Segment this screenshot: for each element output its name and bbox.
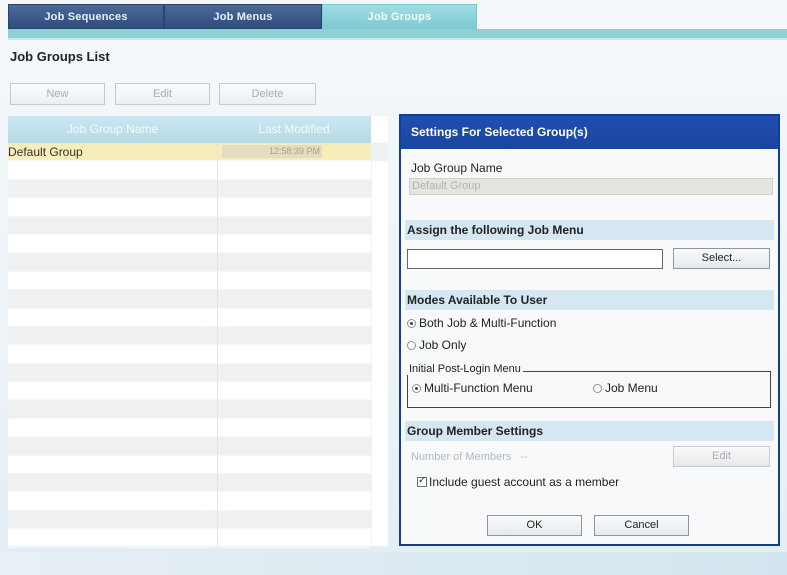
radio-multi-label: Multi-Function Menu (424, 381, 533, 395)
radio-job-menu-label: Job Menu (605, 381, 658, 395)
radio-selected-icon (407, 319, 416, 328)
checkbox-checked-icon (417, 475, 427, 487)
list-rows: Default Group 12:58:39 PM (8, 143, 371, 548)
radio-empty-icon (593, 384, 602, 393)
tab-underline (8, 29, 787, 38)
table-row-empty (8, 326, 371, 346)
assign-menu-section: Assign the following Job Menu (405, 220, 774, 240)
settings-panel: Settings For Selected Group(s) Job Group… (399, 114, 780, 546)
modes-section: Modes Available To User (405, 290, 774, 310)
table-row-empty (8, 235, 371, 254)
scrollbar-top (371, 143, 388, 161)
table-row-empty (8, 253, 371, 272)
member-settings-section: Group Member Settings (405, 421, 774, 441)
include-guest-label: Include guest account as a member (429, 475, 620, 489)
table-row-empty (8, 309, 371, 327)
radio-selected-icon (412, 384, 421, 393)
column-header-name[interactable]: Job Group Name (8, 116, 217, 143)
edit-button[interactable]: Edit (115, 83, 210, 105)
modified-time: 12:58:39 PM (268, 146, 320, 156)
table-row-empty (8, 419, 371, 438)
members-count-value: -- (520, 451, 528, 463)
list-header: Job Group Name Last Modified (8, 116, 371, 143)
table-row-empty (8, 290, 371, 309)
radio-both-label: Both Job & Multi-Function (419, 316, 557, 330)
table-row-empty (8, 161, 371, 180)
members-edit-button[interactable]: Edit (673, 446, 770, 467)
table-row-empty (8, 363, 371, 383)
table-row-empty (8, 529, 371, 548)
table-row-empty (8, 272, 371, 291)
cancel-button[interactable]: Cancel (594, 515, 689, 536)
radio-multi-function-menu[interactable]: Multi-Function Menu (412, 381, 533, 395)
job-menu-field[interactable] (407, 249, 663, 269)
modified-cell: 12:58:39 PM (222, 145, 322, 158)
column-divider (217, 143, 218, 546)
new-button[interactable]: New (10, 83, 105, 105)
table-row-empty (8, 216, 371, 235)
page-title: Job Groups List (10, 49, 110, 64)
table-row-empty (8, 492, 371, 511)
table-row-empty (8, 382, 371, 401)
column-header-modified[interactable]: Last Modified (217, 116, 371, 143)
tab-job-sequences[interactable]: Job Sequences (8, 4, 164, 29)
table-row-empty (8, 198, 371, 217)
post-login-legend: Initial Post-Login Menu (407, 363, 523, 375)
group-name-label: Job Group Name (411, 161, 503, 175)
group-name-cell: Default Group (8, 145, 83, 159)
radio-job-only-label: Job Only (419, 338, 467, 352)
table-row-empty (8, 474, 371, 493)
table-row-empty (8, 510, 371, 530)
tab-underline-light (8, 38, 787, 40)
footer-band (0, 552, 787, 575)
group-name-field: Default Group (409, 178, 773, 195)
radio-both-modes[interactable]: Both Job & Multi-Function (407, 316, 556, 330)
tab-bar: Job Sequences Job Menus Job Groups (4, 4, 787, 30)
tab-job-menus[interactable]: Job Menus (164, 4, 322, 29)
radio-job-only[interactable]: Job Only (407, 338, 466, 352)
panel-title: Settings For Selected Group(s) (401, 116, 778, 149)
radio-empty-icon (407, 341, 416, 350)
table-row-empty (8, 345, 371, 364)
members-label-text: Number of Members (411, 451, 512, 463)
tab-job-groups[interactable]: Job Groups (322, 4, 477, 29)
table-row-empty (8, 400, 371, 419)
table-row-empty (8, 437, 371, 456)
table-row-empty (8, 456, 371, 475)
table-row-empty (8, 179, 371, 199)
members-count-label: Number of Members -- (411, 451, 528, 463)
include-guest-checkbox[interactable]: Include guest account as a member (417, 475, 619, 489)
job-groups-list: Job Group Name Last Modified Default Gro… (8, 116, 388, 548)
select-button[interactable]: Select... (673, 248, 770, 269)
delete-button[interactable]: Delete (219, 83, 316, 105)
scrollbar[interactable] (371, 161, 388, 546)
ok-button[interactable]: OK (487, 515, 582, 536)
table-row[interactable]: Default Group 12:58:39 PM (8, 143, 371, 162)
radio-job-menu[interactable]: Job Menu (593, 381, 658, 395)
